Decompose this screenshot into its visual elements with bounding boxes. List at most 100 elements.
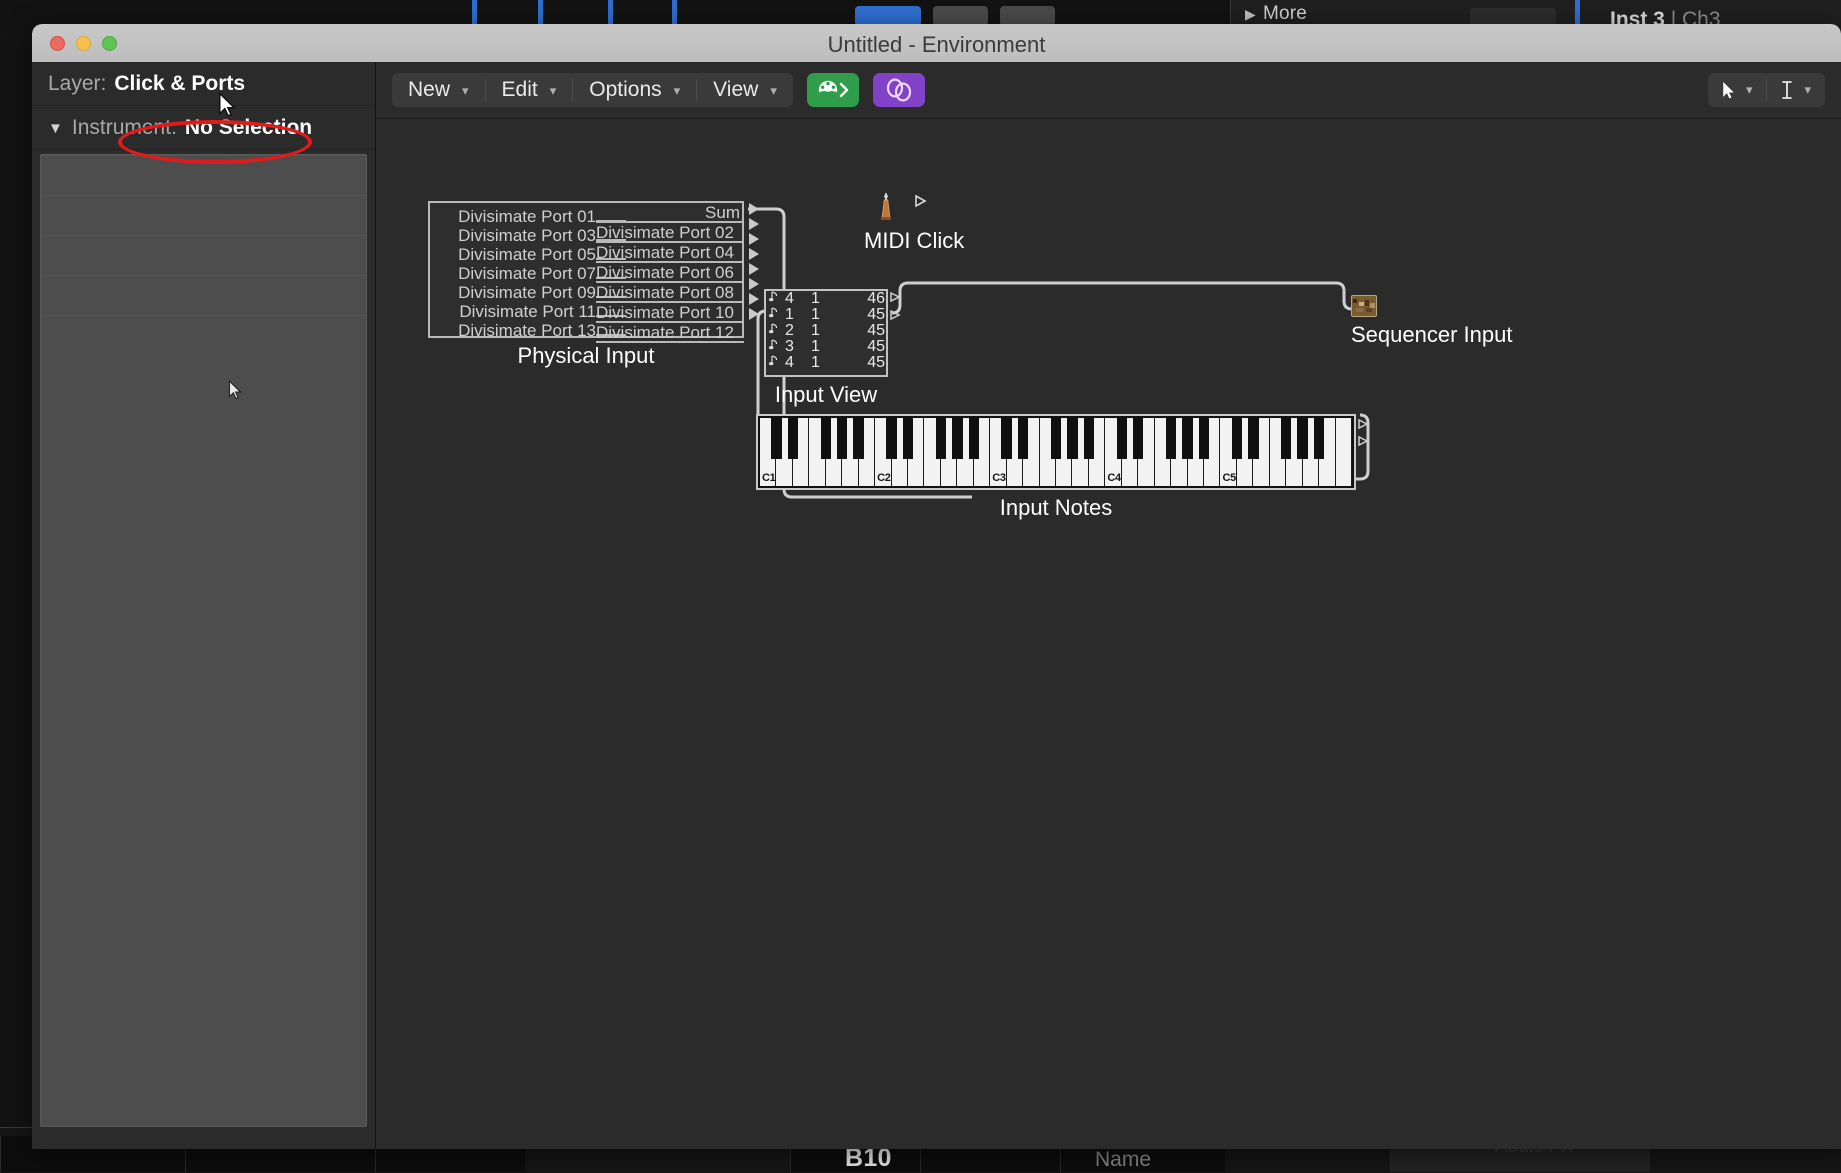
sequencer-thumbnail-icon[interactable] — [1351, 295, 1377, 317]
physical-input-port-item[interactable]: Divisimate Port 11 — [436, 302, 626, 321]
physical-input-output-ports[interactable] — [749, 203, 759, 320]
piano-black-key[interactable] — [836, 418, 848, 459]
input-view-row[interactable]: 2 1 45 — [766, 322, 886, 339]
inspector-empty-canvas[interactable] — [40, 154, 367, 1127]
input-view-cell-value1: 1 — [811, 354, 820, 371]
piano-black-key[interactable] — [1116, 418, 1128, 459]
background-name-field[interactable]: Name — [1095, 1148, 1151, 1172]
piano-black-key[interactable] — [853, 418, 864, 459]
object-midi-click[interactable]: MIDI Click — [864, 189, 964, 253]
chevron-down-icon: ▾ — [462, 83, 469, 98]
piano-black-key[interactable] — [1182, 418, 1193, 459]
piano-white-key[interactable] — [1335, 418, 1352, 486]
piano-black-key[interactable] — [1165, 418, 1177, 459]
output-triangle-icon[interactable] — [749, 293, 759, 305]
output-triangle-icon[interactable] — [749, 263, 759, 275]
output-triangle-icon[interactable] — [749, 218, 759, 230]
chevron-down-icon[interactable]: ▾ — [1746, 82, 1753, 98]
piano-black-key[interactable] — [902, 418, 914, 459]
piano-black-key[interactable] — [1280, 418, 1292, 459]
output-triangle-icon[interactable] — [889, 291, 901, 303]
input-view-box[interactable]: 4 1 46 1 1 45 2 1 45 3 1 45 4 1 45 — [764, 289, 888, 377]
object-physical-input[interactable]: Divisimate Port 01 Divisimate Port 03 Di… — [428, 201, 759, 368]
piano-black-key[interactable] — [1017, 418, 1029, 459]
piano-black-key[interactable] — [1231, 418, 1243, 459]
object-sequencer-input[interactable]: Sequencer Input — [1351, 295, 1512, 347]
input-view-row[interactable]: 4 1 46 — [766, 290, 886, 307]
input-view-row[interactable]: 1 1 45 — [766, 306, 886, 323]
object-input-view[interactable]: 4 1 46 1 1 45 2 1 45 3 1 45 4 1 45 Input… — [764, 289, 901, 407]
piano-black-key[interactable] — [1067, 418, 1078, 459]
piano-black-key[interactable] — [1248, 418, 1259, 459]
physical-input-port-item[interactable]: Divisimate Port 02 — [596, 223, 744, 242]
keyboard-frame[interactable]: C1 C2 C3 C4 C5 — [756, 414, 1356, 490]
physical-input-port-item[interactable]: Divisimate Port 01 — [436, 207, 626, 226]
output-triangle-icon[interactable] — [749, 248, 759, 260]
input-view-output-ports[interactable] — [889, 291, 901, 321]
tool-text[interactable]: ▾ — [1767, 73, 1825, 107]
inspector-instrument-row[interactable]: ▼ Instrument: No Selection — [32, 106, 375, 150]
background-more-button[interactable]: ▶ More — [1245, 3, 1307, 25]
physical-input-port-item[interactable]: Divisimate Port 04 — [596, 243, 744, 262]
inspector-layer-row[interactable]: Layer: Click & Ports — [32, 62, 375, 106]
piano-black-key[interactable] — [952, 418, 963, 459]
midi-out-button[interactable] — [806, 73, 859, 107]
background-more-label: More — [1262, 3, 1308, 24]
physical-input-port-item[interactable]: Divisimate Port 06 — [596, 263, 744, 282]
output-triangle-icon[interactable] — [749, 233, 759, 245]
physical-input-port-item[interactable]: Divisimate Port 10 — [596, 303, 744, 322]
piano-black-key[interactable] — [787, 418, 799, 459]
input-view-row[interactable]: 4 1 45 — [766, 354, 886, 371]
output-triangle-icon[interactable] — [749, 203, 759, 215]
piano-black-key[interactable] — [886, 418, 897, 459]
physical-input-port-item[interactable]: Divisimate Port 13 — [436, 321, 626, 340]
metronome-icon[interactable] — [876, 191, 896, 221]
menu-edit[interactable]: Edit ▾ — [486, 73, 573, 107]
piano-black-key[interactable] — [820, 418, 832, 459]
triangle-down-icon[interactable]: ▼ — [48, 120, 63, 137]
menu-view[interactable]: View ▾ — [697, 73, 793, 107]
piano-black-key[interactable] — [1198, 418, 1210, 459]
pointer-arrow-icon — [1723, 81, 1734, 98]
physical-input-port-item[interactable]: Divisimate Port 12 — [596, 323, 744, 342]
physical-input-box[interactable]: Divisimate Port 01 Divisimate Port 03 Di… — [428, 201, 744, 343]
output-triangle-icon[interactable] — [1357, 435, 1369, 447]
physical-input-port-item[interactable]: Divisimate Port 05 — [436, 245, 626, 264]
piano-black-key[interactable] — [968, 418, 980, 459]
physical-input-port-item[interactable]: Divisimate Port 03 — [436, 226, 626, 245]
keyboard-keys[interactable]: C1 C2 C3 C4 C5 — [760, 418, 1352, 486]
keyboard-output-ports[interactable] — [1357, 418, 1369, 447]
environment-main: New ▾ Edit ▾ Options ▾ View ▾ ▾ ▾ Divisi… — [376, 62, 1841, 1149]
piano-black-key[interactable] — [1001, 418, 1012, 459]
physical-input-port-item[interactable]: Divisimate Port 07 — [436, 264, 626, 283]
piano-black-key[interactable] — [1083, 418, 1095, 459]
output-triangle-icon[interactable] — [914, 194, 928, 208]
output-triangle-icon[interactable] — [749, 278, 759, 290]
piano-black-key[interactable] — [1313, 418, 1325, 459]
input-notes-caption: Input Notes — [999, 495, 1113, 520]
piano-black-key[interactable] — [1132, 418, 1144, 459]
object-input-notes[interactable]: C1 C2 C3 C4 C5 Input Notes — [756, 414, 1369, 520]
menu-view-label: View — [713, 78, 759, 101]
inspector-instrument-label: Instrument: — [71, 115, 177, 139]
menu-options[interactable]: Options ▾ — [573, 73, 696, 107]
piano-black-key[interactable] — [771, 418, 782, 459]
menu-new[interactable]: New ▾ — [392, 73, 485, 107]
environment-canvas[interactable]: Divisimate Port 01 Divisimate Port 03 Di… — [376, 119, 1841, 1149]
output-triangle-icon[interactable] — [889, 309, 901, 321]
physical-input-port-item[interactable]: Divisimate Port 08 — [596, 283, 744, 302]
physical-input-port-item[interactable]: Divisimate Port 09 — [436, 283, 626, 302]
chevron-down-icon[interactable]: ▾ — [1804, 82, 1811, 98]
output-triangle-icon[interactable] — [1357, 418, 1369, 430]
link-button[interactable] — [872, 73, 925, 107]
window-titlebar[interactable]: Untitled - Environment — [32, 24, 1841, 62]
output-triangle-icon[interactable] — [749, 308, 759, 320]
piano-octave-label: C4 — [1107, 472, 1121, 484]
environment-window: Untitled - Environment Layer: Click & Po… — [32, 24, 1841, 1149]
piano-black-key[interactable] — [1297, 418, 1308, 459]
piano-black-key[interactable] — [1050, 418, 1062, 459]
physical-input-sum-item[interactable]: Sum — [596, 203, 744, 222]
piano-black-key[interactable] — [935, 418, 947, 459]
tool-pointer[interactable]: ▾ — [1708, 73, 1767, 107]
input-view-row[interactable]: 3 1 45 — [766, 338, 886, 355]
